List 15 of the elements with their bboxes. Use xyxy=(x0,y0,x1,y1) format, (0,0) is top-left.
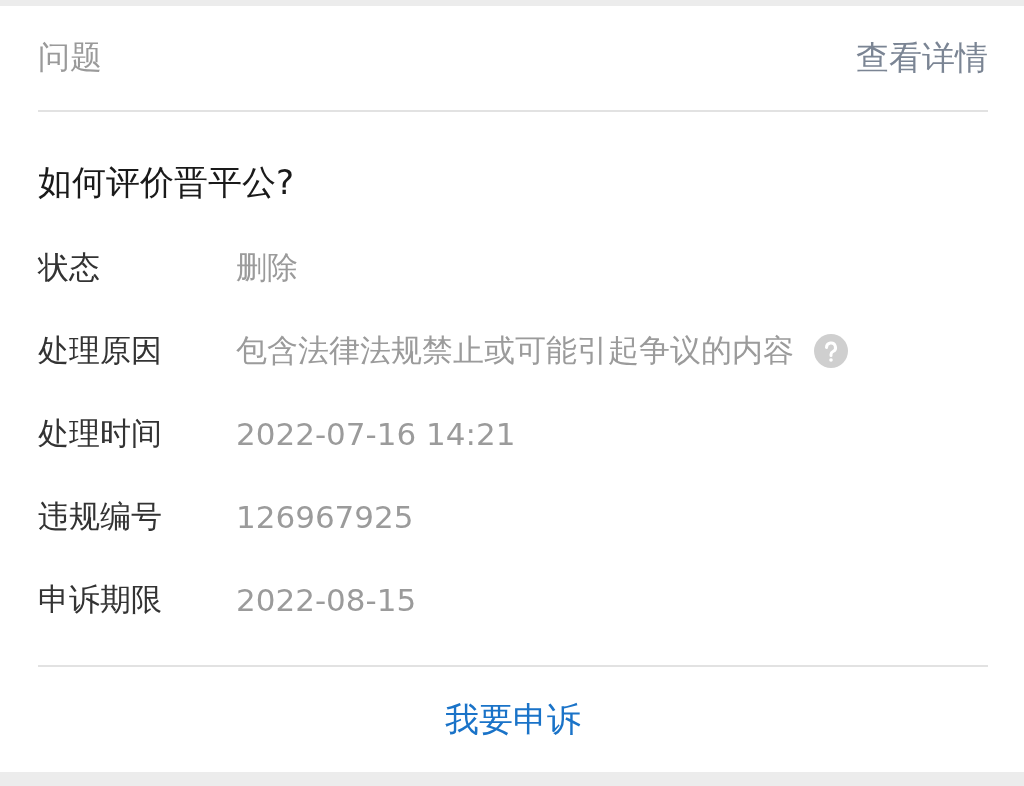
field-value: 2022-07-16 14:21 xyxy=(236,415,516,452)
field-label: 违规编号 xyxy=(38,496,163,536)
field-value: 2022-08-15 xyxy=(236,581,417,618)
field-value: 包含法律法规禁止或可能引起争议的内容 xyxy=(236,330,794,370)
field-value: 126967925 xyxy=(236,498,414,535)
field-label: 处理原因 xyxy=(38,330,163,370)
view-details-link[interactable]: 查看详情 xyxy=(856,35,988,81)
section-title: 问题 xyxy=(38,37,102,78)
help-icon[interactable] xyxy=(814,333,848,368)
field-label: 处理时间 xyxy=(38,413,163,453)
question-title: 如何评价晋平公? xyxy=(38,161,296,204)
appeal-button[interactable]: 我要申诉 xyxy=(429,688,597,751)
field-label: 申诉期限 xyxy=(38,579,163,619)
field-value: 删除 xyxy=(236,247,298,287)
field-label: 状态 xyxy=(38,247,101,287)
